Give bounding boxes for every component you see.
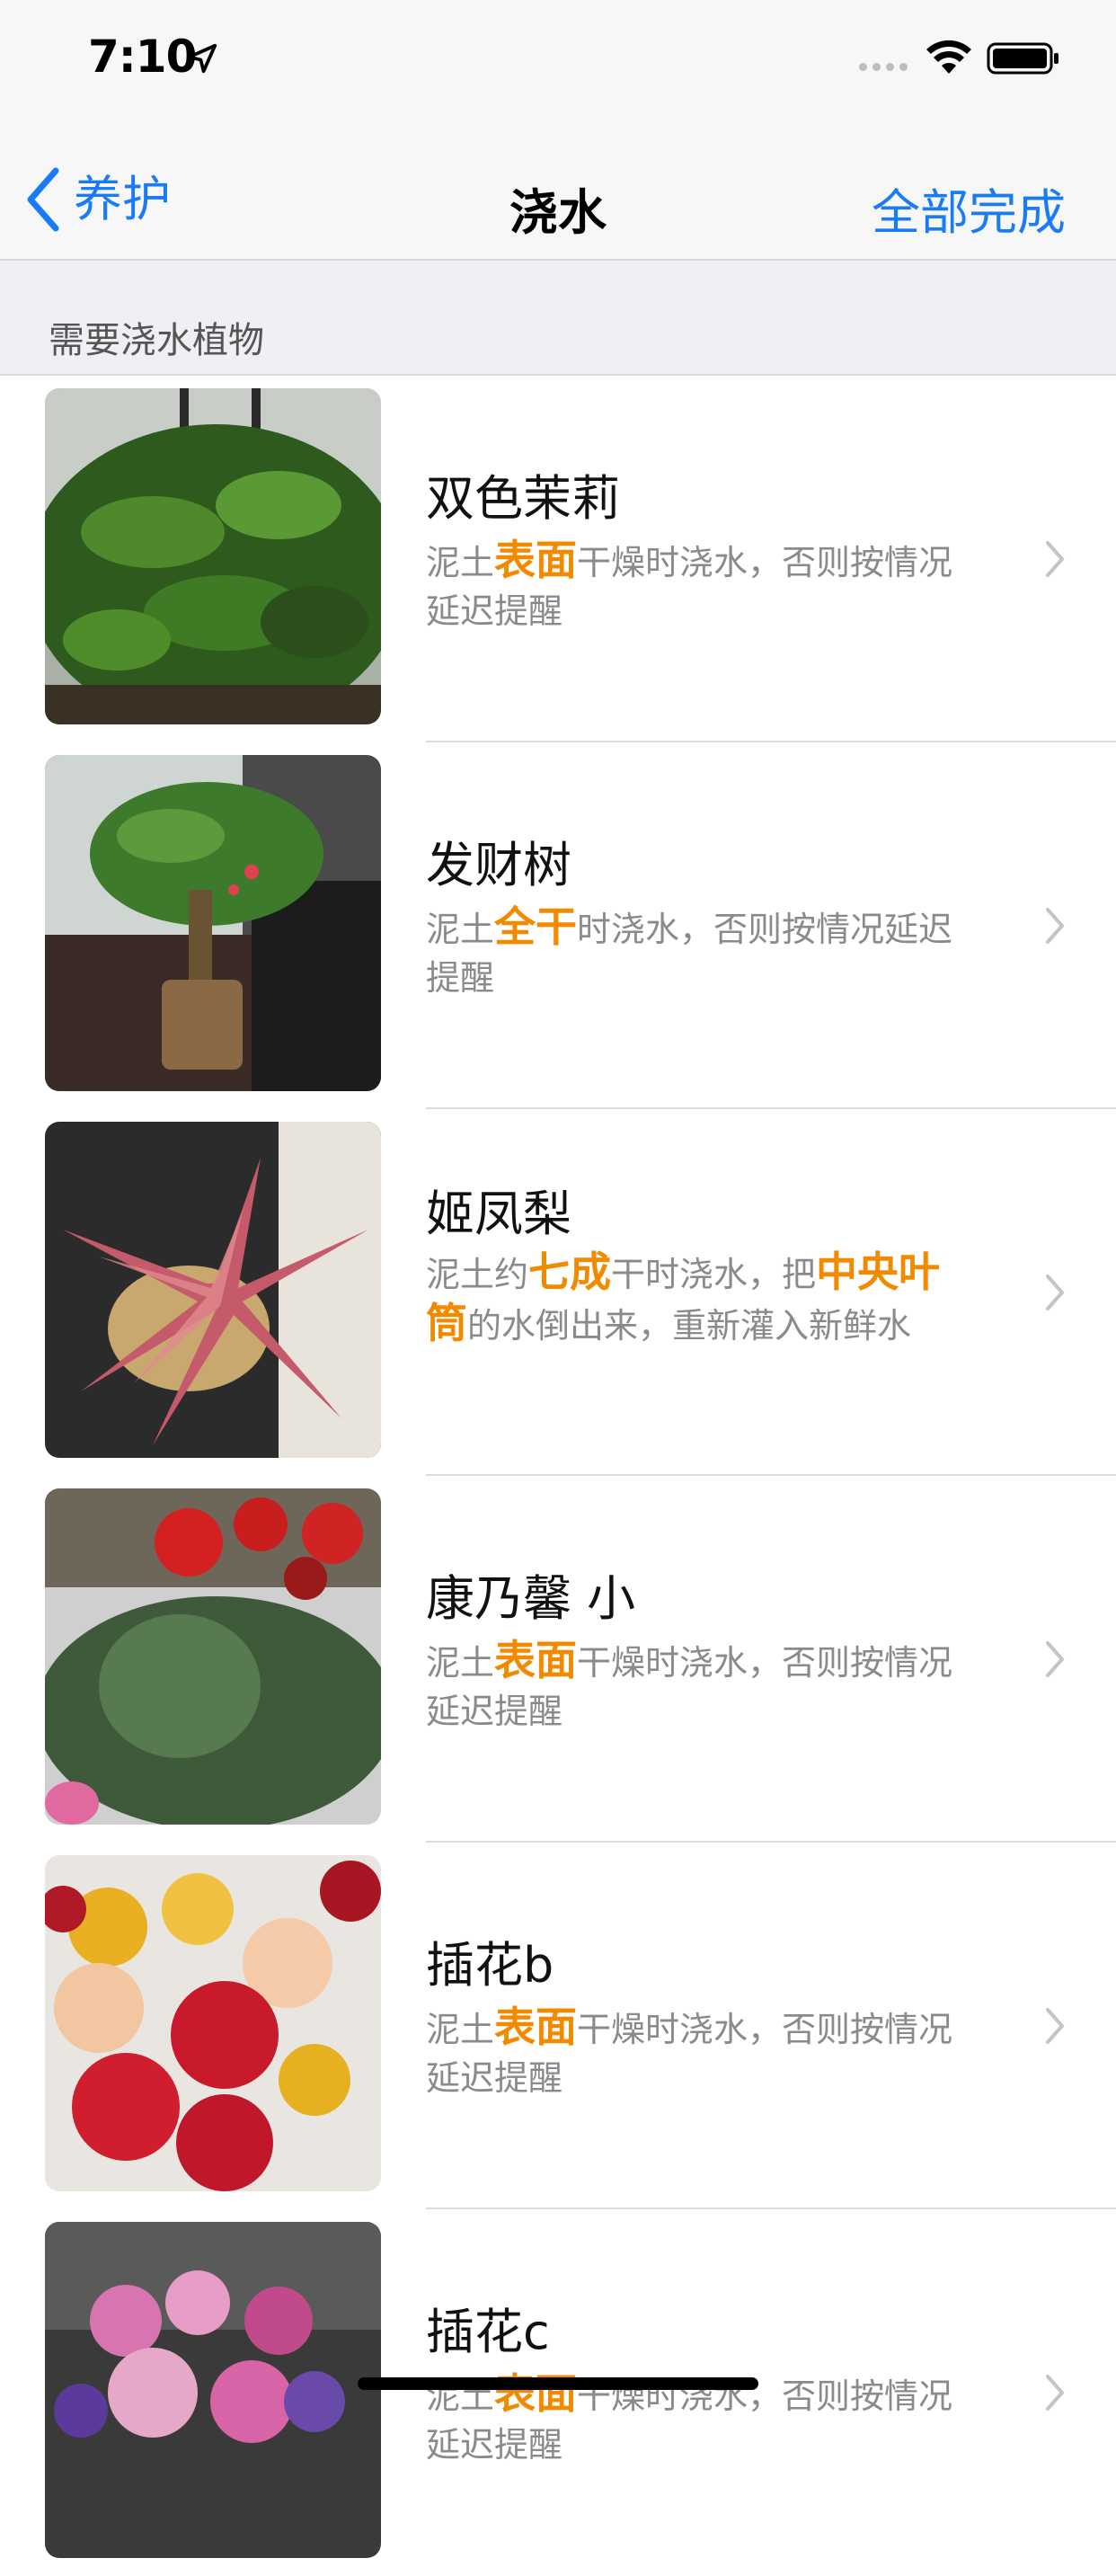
plant-photo <box>45 2222 381 2558</box>
chevron-right-icon <box>1046 1275 1064 1310</box>
plant-name: 插花c <box>426 2304 550 2360</box>
home-indicator <box>358 2377 758 2390</box>
wifi-icon <box>926 40 971 74</box>
plant-photo <box>45 755 381 1091</box>
section-header-label: 需要浇水植物 <box>49 320 264 361</box>
plant-name: 发财树 <box>426 837 571 893</box>
chevron-right-icon <box>1046 2008 1064 2044</box>
plant-description: 泥土表面干燥时浇水，否则按情况延迟提醒 <box>426 2003 953 2098</box>
cellular-signal-icon <box>859 63 908 71</box>
plant-description: 泥土全干时浇水，否则按情况延迟提醒 <box>426 902 953 998</box>
status-bar: 7:10 <box>0 0 1116 119</box>
navigation-bar: 养护 浇水 全部完成 <box>0 119 1116 261</box>
plant-photo <box>45 1855 381 2191</box>
list-item[interactable]: 发财树 泥土全干时浇水，否则按情况延迟提醒 <box>0 742 1116 1109</box>
chevron-right-icon <box>1046 2375 1064 2411</box>
section-header: 需要浇水植物 <box>0 261 1116 376</box>
chevron-right-icon <box>1046 1641 1064 1677</box>
plant-photo <box>45 388 381 724</box>
plant-description: 泥土表面干燥时浇水，否则按情况延迟提醒 <box>426 536 953 631</box>
chevron-right-icon <box>1046 908 1064 944</box>
list-item[interactable]: 康乃馨 小 泥土表面干燥时浇水，否则按情况延迟提醒 <box>0 1476 1116 1843</box>
list-item[interactable]: 双色茉莉 泥土表面干燥时浇水，否则按情况延迟提醒 <box>0 376 1116 742</box>
plant-name: 插花b <box>426 1937 554 1994</box>
plant-name: 姬凤梨 <box>426 1186 571 1242</box>
plant-description: 泥土约七成干时浇水，把中央叶筒的水倒出来，重新灌入新鲜水 <box>426 1248 941 1347</box>
plant-photo <box>45 1488 381 1825</box>
chevron-right-icon <box>1046 541 1064 577</box>
list-item[interactable]: 姬凤梨 泥土约七成干时浇水，把中央叶筒的水倒出来，重新灌入新鲜水 <box>0 1109 1116 1476</box>
plant-description: 泥土表面干燥时浇水，否则按情况延迟提醒 <box>426 1636 953 1731</box>
plant-name: 双色茉莉 <box>426 470 620 527</box>
plant-name: 康乃馨 小 <box>426 1570 636 1627</box>
location-arrow-icon <box>187 43 217 74</box>
battery-icon <box>987 42 1058 75</box>
plant-photo <box>45 1122 381 1458</box>
status-time: 7:10 <box>88 31 197 83</box>
complete-all-button[interactable]: 全部完成 <box>872 189 1066 237</box>
list-item[interactable]: 插花c 泥土表面干燥时浇水，否则按情况延迟提醒 <box>0 2209 1116 2576</box>
list-item[interactable]: 插花b 泥土表面干燥时浇水，否则按情况延迟提醒 <box>0 1843 1116 2209</box>
